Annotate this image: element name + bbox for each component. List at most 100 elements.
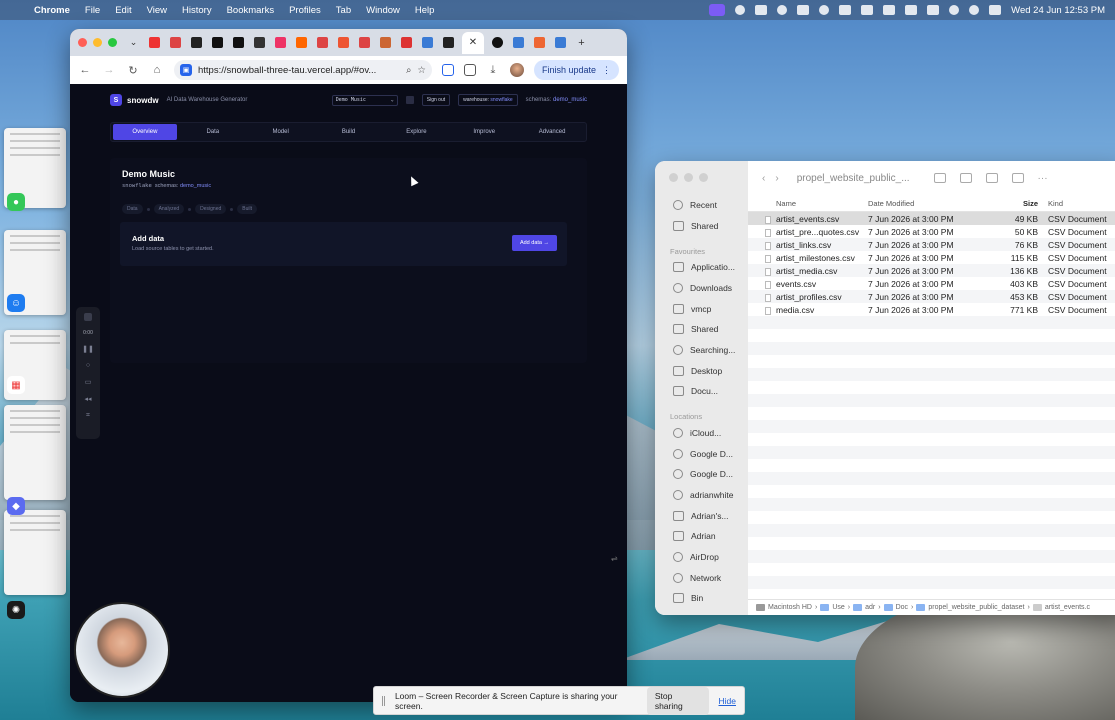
chatgpt-icon[interactable]: ✺ [7, 601, 25, 619]
zoom-window-button[interactable] [108, 38, 117, 47]
sidebar-item-shared-2[interactable]: Shared [673, 324, 718, 334]
add-data-button[interactable]: Add data → [511, 235, 557, 251]
spotlight-icon[interactable] [969, 5, 980, 15]
sidebar-item-downloads[interactable]: Downloads [673, 283, 732, 293]
loom-webcam-bubble[interactable] [74, 602, 170, 698]
menu-view[interactable]: View [147, 5, 167, 16]
extension-icon-1[interactable] [441, 64, 454, 76]
display-icon[interactable] [883, 5, 896, 15]
table-row[interactable]: artist_links.csv 7 Jun 2026 at 3:00 PM 76 … [748, 238, 1115, 251]
back-icon[interactable]: ← [78, 64, 92, 76]
path-segment[interactable]: Doc [896, 604, 908, 611]
tab-data[interactable]: Data [181, 124, 245, 140]
view-list-icon[interactable] [933, 172, 946, 183]
stop-sharing-button[interactable]: Stop sharing [646, 686, 709, 715]
bluetooth-icon[interactable] [905, 5, 918, 15]
status-icon-b[interactable] [755, 5, 768, 15]
calendar-icon[interactable]: ▦ [7, 376, 25, 394]
table-row[interactable]: artist_media.csv 7 Jun 2026 at 3:00 PM 136… [748, 264, 1115, 277]
menu-clock[interactable]: Wed 24 Jun 12:53 PM [1011, 5, 1105, 16]
messages-icon[interactable]: ● [7, 193, 25, 211]
wifi-icon[interactable] [949, 5, 960, 15]
path-segment[interactable]: Macintosh HD [768, 604, 812, 611]
sidebar-item-adrianwhite[interactable]: adrianwhite [673, 490, 733, 500]
app-logo[interactable]: S [110, 94, 122, 106]
resize-handle-icon[interactable]: ⇌ [611, 554, 618, 563]
tab-favicon-github[interactable] [492, 37, 503, 48]
table-row[interactable]: events.csv 7 Jun 2026 at 3:00 PM 403 KB CSV… [748, 277, 1115, 290]
path-segment[interactable]: adr [865, 604, 875, 611]
pause-icon[interactable]: ❚❚ [82, 345, 94, 353]
status-icon-c[interactable] [777, 5, 788, 15]
table-row[interactable]: media.csv 7 Jun 2026 at 3:00 PM 771 KB CSV … [748, 303, 1115, 316]
tab-favicon-12[interactable] [380, 37, 391, 48]
sidebar-item-adrians[interactable]: Adrian's... [673, 511, 729, 521]
home-icon[interactable]: ⌂ [150, 64, 164, 76]
sidebar-item-applications[interactable]: Applicatio... [673, 262, 735, 272]
new-tab-icon[interactable]: + [576, 37, 587, 49]
sidebar-item-icloud[interactable]: iCloud... [673, 428, 721, 438]
tab-advanced[interactable]: Advanced [520, 124, 584, 140]
reload-icon[interactable]: ↻ [126, 64, 140, 77]
table-row[interactable]: artist_profiles.csv 7 Jun 2026 at 3:00 PM… [748, 290, 1115, 303]
status-icon-a[interactable] [735, 5, 746, 15]
finder-icon[interactable]: ☺ [7, 294, 25, 312]
menu-tab[interactable]: Tab [336, 5, 351, 16]
finder-minimize-button[interactable] [684, 173, 693, 182]
tab-improve[interactable]: Improve [452, 124, 516, 140]
tab-favicon-8[interactable] [296, 37, 307, 48]
stop-recording-icon[interactable] [84, 313, 92, 321]
menu-edit[interactable]: Edit [115, 5, 131, 16]
app-icon[interactable]: ◆ [7, 497, 25, 515]
volume-icon[interactable] [839, 5, 852, 15]
tab-overview[interactable]: Overview [113, 124, 177, 140]
sidebar-item-desktop[interactable]: Desktop [673, 366, 722, 376]
tab-favicon-14[interactable] [422, 37, 433, 48]
sidebar-item-vmcp[interactable]: vmcp [673, 304, 711, 314]
tab-favicon-6[interactable] [254, 37, 265, 48]
sidebar-item-searching[interactable]: Searching... [673, 345, 735, 355]
tab-favicon-10[interactable] [338, 37, 349, 48]
table-row[interactable]: artist_events.csv 7 Jun 2026 at 3:00 PM 49… [748, 212, 1115, 225]
menu-bookmarks[interactable]: Bookmarks [227, 5, 275, 16]
sidebar-item-airdrop[interactable]: AirDrop [673, 552, 719, 562]
sidebar-item-documents[interactable]: Docu... [673, 386, 718, 396]
tab-favicon-1[interactable] [149, 37, 160, 48]
menu-help[interactable]: Help [415, 5, 435, 16]
url-text[interactable]: https://snowball-three-tau.vercel.app/#o… [198, 65, 400, 76]
sidebar-item-google-drive-2[interactable]: Google D... [673, 469, 733, 479]
finder-close-button[interactable] [669, 173, 678, 182]
column-name[interactable]: Name [748, 199, 866, 208]
table-row[interactable]: artist_pre...quotes.csv 7 Jun 2026 at 3:0… [748, 225, 1115, 238]
zoom-icon[interactable]: ⌕ [406, 65, 411, 76]
draw-icon[interactable]: ⌗ [86, 412, 90, 420]
settings-icon[interactable] [405, 96, 414, 104]
sign-out-button[interactable]: Sign out [421, 94, 451, 106]
menu-app-name[interactable]: Chrome [34, 5, 70, 16]
tab-favicon-gmail[interactable] [170, 37, 181, 48]
battery-icon[interactable] [927, 5, 940, 15]
forward-icon[interactable]: → [102, 64, 116, 76]
tab-favicon-13[interactable] [401, 37, 412, 48]
path-segment[interactable]: Use [832, 604, 844, 611]
tab-favicon-9[interactable] [317, 37, 328, 48]
tab-favicon-11[interactable] [359, 37, 370, 48]
hide-link[interactable]: Hide [719, 696, 736, 706]
finder-zoom-button[interactable] [699, 173, 708, 182]
sidebar-item-shared[interactable]: Shared [673, 221, 718, 231]
forward-icon[interactable]: › [775, 173, 778, 184]
sidebar-item-network[interactable]: Network [673, 573, 721, 583]
active-tab-close-icon[interactable]: ✕ [462, 31, 484, 54]
close-window-button[interactable] [78, 38, 87, 47]
menu-profiles[interactable]: Profiles [289, 5, 321, 16]
tab-favicon-5[interactable] [233, 37, 244, 48]
database-select[interactable]: Demo Music ⌄ [331, 94, 398, 106]
group-icon[interactable] [959, 172, 972, 183]
tag-icon[interactable] [1011, 172, 1024, 183]
keyboard-icon[interactable] [861, 5, 874, 15]
tab-favicon-17[interactable] [534, 37, 545, 48]
tab-search-icon[interactable]: ⌄ [128, 37, 139, 48]
sidebar-item-recent[interactable]: Recent [673, 200, 717, 210]
bookmark-star-icon[interactable]: ☆ [417, 65, 426, 76]
stage-thumbnail-4[interactable] [4, 405, 66, 500]
